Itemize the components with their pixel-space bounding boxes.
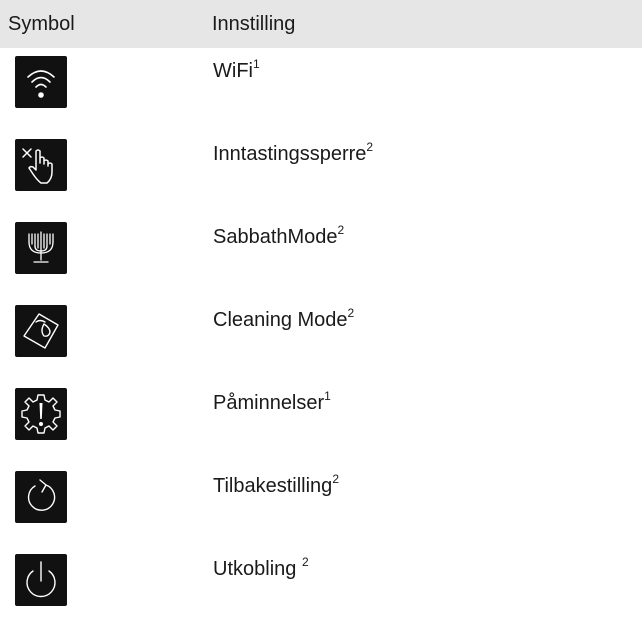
setting-label: Tilbakestilling2 <box>213 472 339 497</box>
table-row: Cleaning Mode2 <box>0 305 642 385</box>
table-row: Tilbakestilling2 <box>0 471 642 551</box>
table-row: Utkobling 2 <box>0 554 642 634</box>
wifi-icon <box>15 56 67 108</box>
footnote-marker: 2 <box>332 472 339 487</box>
footnote-marker: 2 <box>347 306 355 321</box>
table-row: Påminnelser1 <box>0 388 642 468</box>
table-row: SabbathMode2 <box>0 222 642 302</box>
setting-label: Inntastingssperre2 <box>213 140 374 165</box>
setting-label: Utkobling 2 <box>213 555 309 580</box>
setting-label: SabbathMode2 <box>213 223 345 248</box>
footnote-marker: 1 <box>252 57 260 72</box>
reset-icon <box>15 471 67 523</box>
footnote-marker: 2 <box>337 223 345 238</box>
touch-lock-icon <box>15 139 67 191</box>
power-icon <box>15 554 67 606</box>
menorah-icon <box>15 222 67 274</box>
footnote-marker: 2 <box>301 555 309 570</box>
footnote-marker: 2 <box>366 140 374 155</box>
gear-warning-icon <box>15 388 67 440</box>
table-row: WiFi1 <box>0 56 642 136</box>
table-header: Symbol Innstilling <box>0 0 642 48</box>
column-header-setting: Innstilling <box>212 13 296 35</box>
setting-label: WiFi1 <box>213 57 260 82</box>
footnote-marker: 1 <box>324 389 331 404</box>
cleaning-cloth-icon <box>15 305 67 357</box>
table-row: Inntastingssperre2 <box>0 139 642 219</box>
column-header-symbol: Symbol <box>8 13 75 35</box>
setting-label: Påminnelser1 <box>213 389 331 414</box>
setting-label: Cleaning Mode2 <box>213 306 355 331</box>
